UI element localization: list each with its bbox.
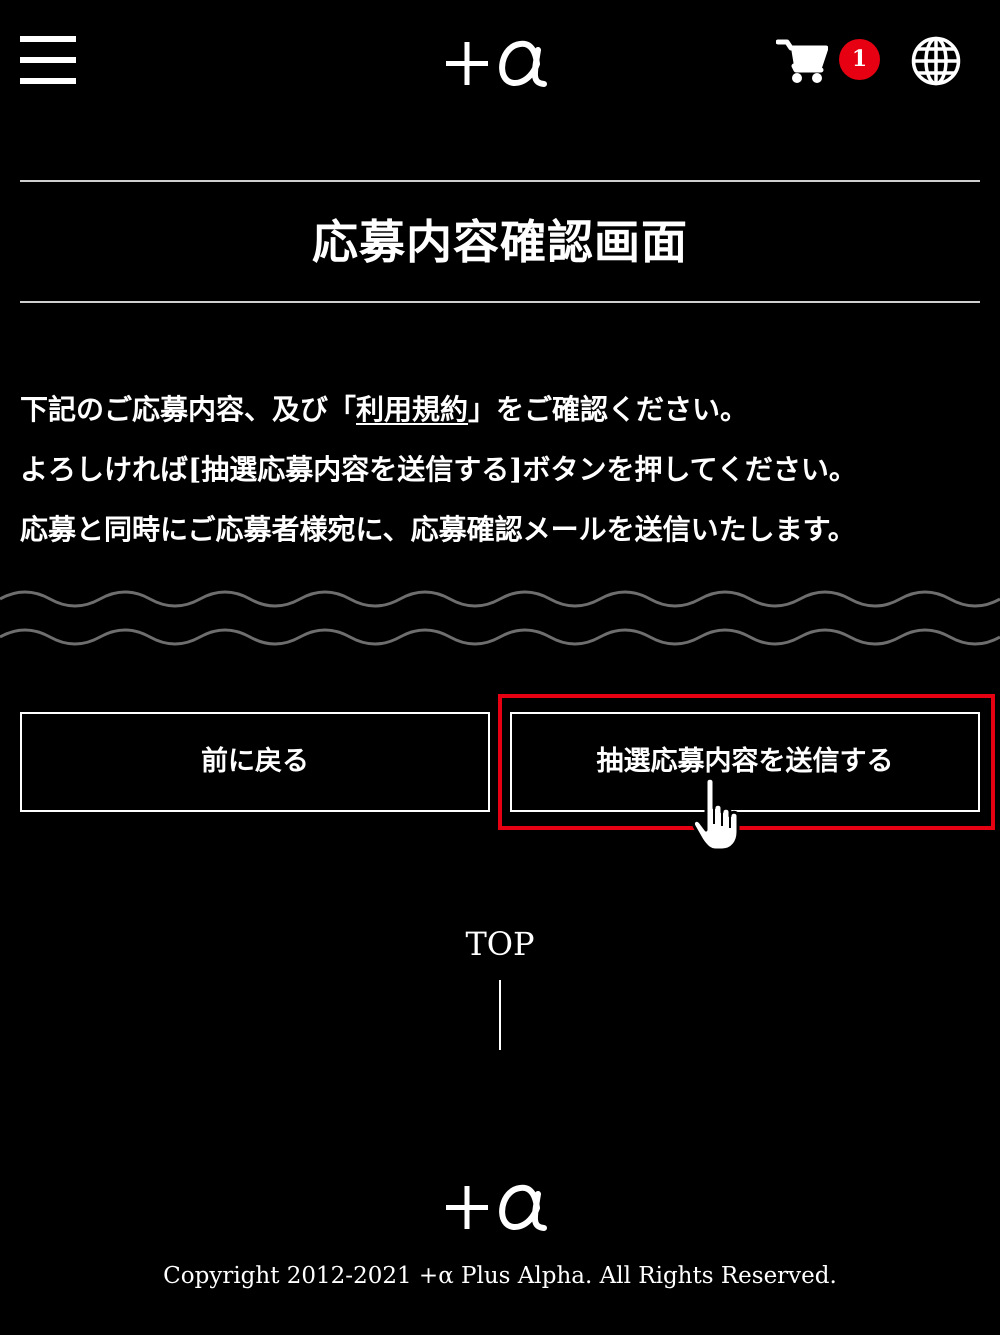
terms-link[interactable]: 利用規約	[356, 393, 468, 426]
plus-alpha-logo[interactable]	[440, 28, 560, 98]
copyright-text: Copyright 2012-2021 +α Plus Alpha. All R…	[163, 1263, 837, 1289]
title-top-rule	[20, 180, 980, 182]
notice-text: 下記のご応募内容、及び「	[20, 393, 357, 426]
pointer-hand-icon	[692, 776, 740, 852]
page-title: 応募内容確認画面	[312, 215, 688, 269]
back-to-top-link[interactable]: TOP	[400, 922, 600, 966]
cart-icon[interactable]	[776, 36, 828, 84]
hamburger-menu-icon[interactable]	[20, 36, 76, 84]
back-button[interactable]: 前に戻る	[20, 712, 490, 812]
title-bottom-rule	[20, 301, 980, 303]
footer-plus-alpha-logo	[446, 1184, 547, 1231]
notice-line-1: 下記のご応募内容、及び「利用規約」をご確認ください。	[20, 380, 980, 440]
notice-text: 」をご確認ください。	[468, 393, 749, 426]
wave-divider	[0, 590, 1000, 646]
cart-count-badge: 1	[839, 39, 880, 80]
globe-icon[interactable]	[910, 35, 962, 87]
confirmation-notice: 下記のご応募内容、及び「利用規約」をご確認ください。 よろしければ[抽選応募内容…	[20, 380, 980, 560]
notice-line-2: よろしければ[抽選応募内容を送信する]ボタンを押してください。	[20, 453, 857, 486]
header: 1	[0, 0, 1000, 130]
notice-line-3: 応募と同時にご応募者様宛に、応募確認メールを送信いたします。	[20, 513, 856, 546]
top-divider-line	[499, 980, 501, 1050]
